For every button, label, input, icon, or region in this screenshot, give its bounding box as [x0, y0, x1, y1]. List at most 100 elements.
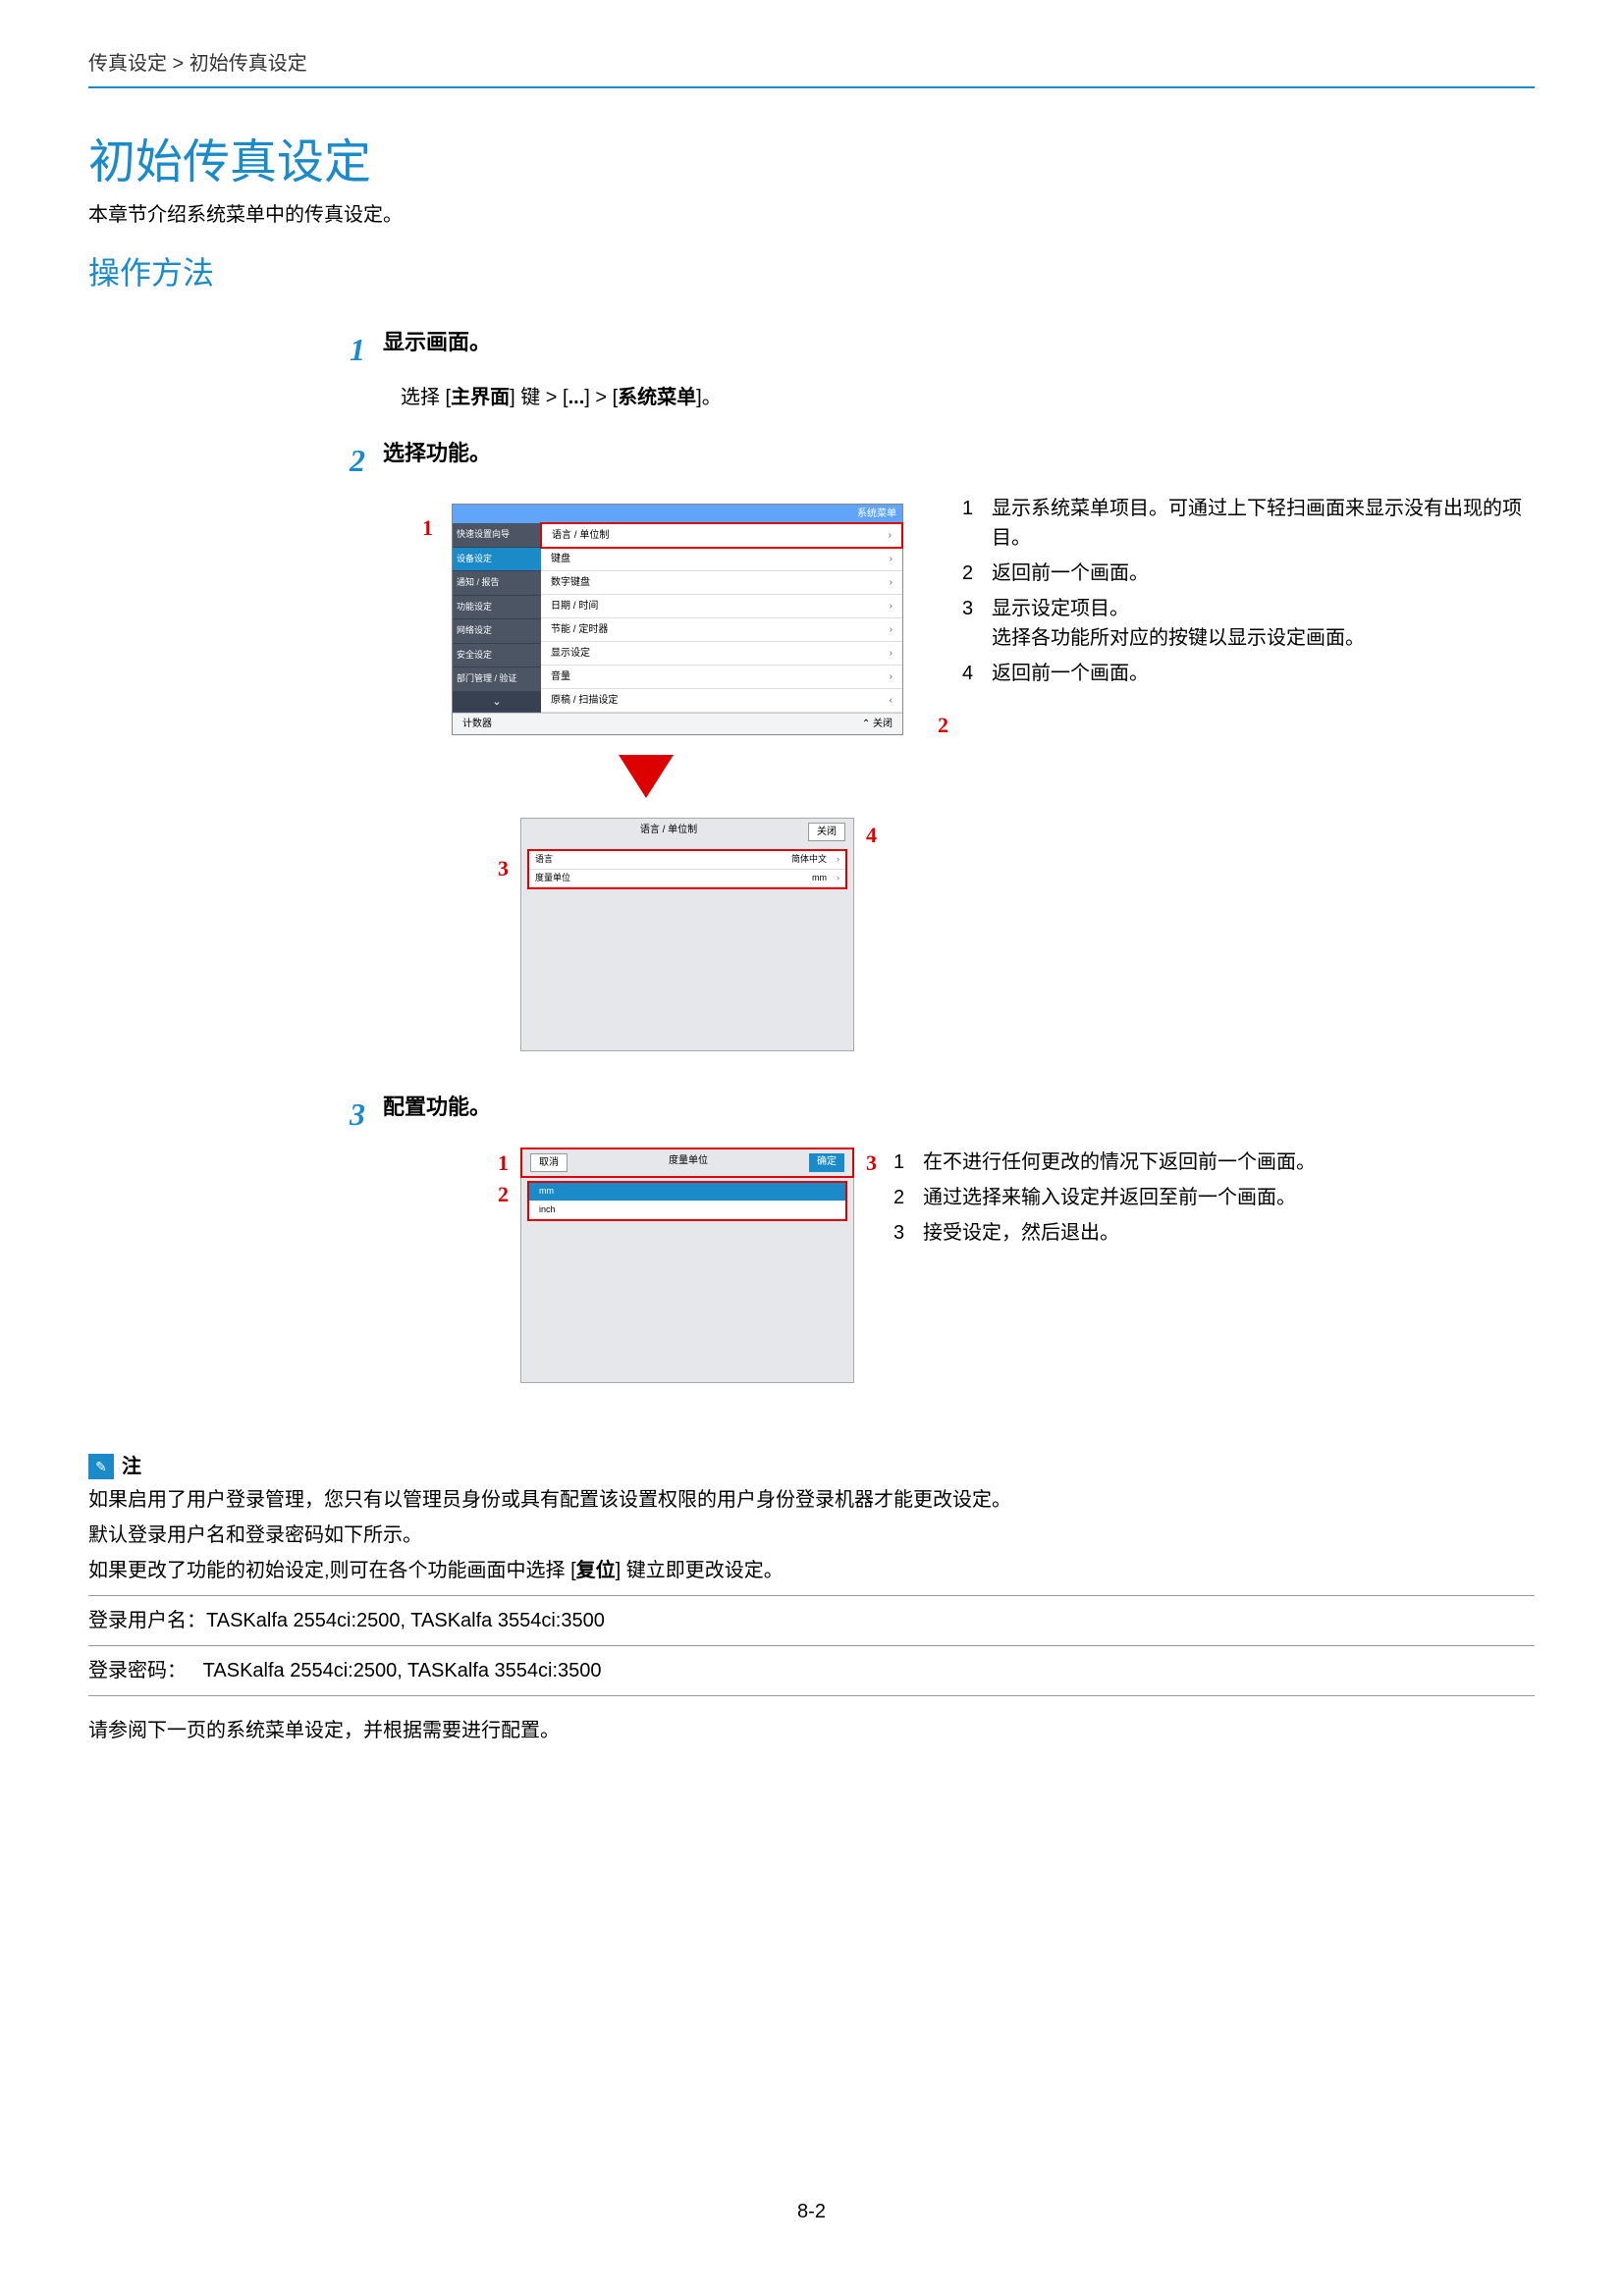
- screenshot-lang-unit: 4 3 语言 / 单位制 关闭 语言 简体中文 › 度量单位 mm ›: [520, 818, 854, 1051]
- desc-item: 2返回前一个画面。: [962, 559, 1535, 588]
- sidebar-item[interactable]: 网络设定: [453, 619, 541, 644]
- note-label: 注: [122, 1452, 141, 1481]
- step-3-content: 1 3 2 取消 度量单位 确定 mm inch 1在不进行任何更改的情况下返回…: [88, 1148, 1535, 1383]
- menu-row[interactable]: 日期 / 时间 ›: [541, 595, 902, 618]
- note-line: 如果启用了用户登录管理，您只有以管理员身份或具有配置该设置权限的用户身份登录机器…: [88, 1485, 1535, 1515]
- section-heading: 操作方法: [88, 249, 1535, 296]
- note-icon: ✎: [88, 1454, 114, 1479]
- menu-row[interactable]: 节能 / 定时器›: [541, 618, 902, 642]
- setting-row-unit[interactable]: 度量单位 mm ›: [529, 870, 845, 888]
- desc-text: 显示系统菜单项目。可通过上下轻扫画面来显示没有出现的项目。: [992, 494, 1535, 553]
- chevron-right-icon: ›: [890, 552, 893, 566]
- desc-num: 3: [893, 1218, 923, 1248]
- screenshot-bottom-bar: 计数器 ⌃ 关闭: [453, 713, 902, 734]
- sidebar-item[interactable]: 部门管理 / 验证: [453, 667, 541, 692]
- menu-row[interactable]: 数字键盘›: [541, 571, 902, 595]
- desc-num: 2: [893, 1183, 923, 1212]
- chevron-right-icon: ›: [890, 599, 893, 614]
- menu-row-label: 键盘: [551, 552, 570, 566]
- login-password-row: 登录密码： TASKalfa 2554ci:2500, TASKalfa 355…: [88, 1656, 1535, 1685]
- menu-row-label: 显示设定: [551, 646, 590, 661]
- breadcrumb: 传真设定 > 初始传真设定: [88, 49, 1535, 79]
- desc-num: 1: [962, 494, 992, 553]
- reset-key: 复位: [576, 1560, 616, 1581]
- menu-row[interactable]: 显示设定›: [541, 642, 902, 666]
- sidebar-item[interactable]: 安全设定: [453, 644, 541, 668]
- menu-row-label: 原稿 / 扫描设定: [551, 693, 618, 708]
- step-number-2: 2: [314, 437, 383, 484]
- desc-text: 显示设定项目。 选择各功能所对应的按键以显示设定画面。: [992, 594, 1535, 653]
- desc-text: 在不进行任何更改的情况下返回前一个画面。: [923, 1148, 1535, 1177]
- chevron-right-icon: ›: [890, 575, 893, 590]
- desc-num: 1: [893, 1148, 923, 1177]
- dots-key: ...: [568, 387, 585, 408]
- counter-button[interactable]: 计数器: [462, 717, 492, 731]
- desc-text: 返回前一个画面。: [992, 659, 1535, 688]
- callout-2: 2: [938, 709, 948, 741]
- sidebar-item[interactable]: 功能设定: [453, 596, 541, 620]
- note-line: 默认登录用户名和登录密码如下所示。: [88, 1521, 1535, 1550]
- chevron-down-icon[interactable]: ⌄: [453, 692, 541, 713]
- step-1-body: 选择 [主界面] 键 > [...] > [系统菜单]。: [401, 383, 1535, 412]
- close-label: 关闭: [873, 719, 893, 729]
- ok-button[interactable]: 确定: [809, 1153, 844, 1172]
- note-section: ✎ 注 如果启用了用户登录管理，您只有以管理员身份或具有配置该设置权限的用户身份…: [88, 1452, 1535, 1696]
- screenshot-header: 语言 / 单位制 关闭: [521, 819, 853, 845]
- home-key: 主界面: [451, 387, 510, 408]
- menu-row[interactable]: 原稿 / 扫描设定‹: [541, 689, 902, 713]
- sidebar-item[interactable]: 快速设置向导: [453, 523, 541, 548]
- desc-item: 3显示设定项目。 选择各功能所对应的按键以显示设定画面。: [962, 594, 1535, 653]
- desc-text: 接受设定，然后退出。: [923, 1218, 1535, 1248]
- close-button[interactable]: 关闭: [808, 823, 845, 841]
- sidebar-item[interactable]: 设备设定: [453, 548, 541, 572]
- step-2: 2 选择功能。: [88, 437, 1535, 484]
- final-text: 请参阅下一页的系统菜单设定，并根据需要进行配置。: [88, 1716, 1535, 1745]
- callout-1: 1: [422, 511, 433, 544]
- option-list: mm inch: [527, 1181, 847, 1221]
- step-3-descriptions: 1在不进行任何更改的情况下返回前一个画面。 2通过选择来输入设定并返回至前一个画…: [893, 1148, 1535, 1254]
- option-inch[interactable]: inch: [529, 1201, 845, 1220]
- setting-row-language[interactable]: 语言 简体中文 ›: [529, 851, 845, 870]
- login-user-label: 登录用户名：: [88, 1610, 206, 1631]
- down-arrow-icon: [619, 755, 674, 798]
- cancel-button[interactable]: 取消: [530, 1153, 568, 1172]
- screen-title: 度量单位: [669, 1153, 708, 1172]
- top-divider: [88, 86, 1535, 88]
- text: ] > [: [584, 387, 618, 408]
- setting-list: 语言 简体中文 › 度量单位 mm ›: [527, 849, 847, 889]
- option-mm[interactable]: mm: [529, 1183, 845, 1201]
- desc-item: 2通过选择来输入设定并返回至前一个画面。: [893, 1183, 1535, 1212]
- chevron-right-icon: ›: [837, 853, 839, 867]
- step-2-descriptions: 1显示系统菜单项目。可通过上下轻扫画面来显示没有出现的项目。 2返回前一个画面。…: [962, 494, 1535, 694]
- menu-row[interactable]: 音量›: [541, 666, 902, 689]
- desc-num: 2: [962, 559, 992, 588]
- menu-row[interactable]: 语言 / 单位制›: [540, 522, 903, 549]
- menu-row-label: 语言 / 单位制: [552, 528, 609, 543]
- divider: [88, 1695, 1535, 1696]
- close-button[interactable]: ⌃ 关闭: [862, 717, 893, 731]
- page-number: 8-2: [88, 2197, 1535, 2226]
- chevron-right-icon: ›: [837, 872, 839, 885]
- sidebar-item[interactable]: 通知 / 报告: [453, 571, 541, 596]
- desc-num: 4: [962, 659, 992, 688]
- login-username-row: 登录用户名：TASKalfa 2554ci:2500, TASKalfa 355…: [88, 1606, 1535, 1635]
- desc-num: 3: [962, 594, 992, 653]
- step-2-title: 选择功能。: [383, 437, 491, 469]
- callout-3: 3: [498, 852, 509, 884]
- menu-row[interactable]: 键盘 ›: [541, 548, 902, 571]
- screenshot-topbar: 系统菜单: [453, 505, 902, 523]
- callout-4: 4: [866, 819, 877, 851]
- setting-value: 简体中文: [791, 853, 837, 867]
- setting-label: 度量单位: [535, 872, 570, 885]
- callout-1: 1: [498, 1147, 509, 1179]
- note-line: 如果更改了功能的初始设定,则可在各个功能画面中选择 [复位] 键立即更改设定。: [88, 1556, 1535, 1585]
- text: 选择 [: [401, 387, 451, 408]
- menu-row-label: 音量: [551, 669, 570, 684]
- login-pass-value: TASKalfa 2554ci:2500, TASKalfa 3554ci:35…: [203, 1660, 602, 1682]
- screenshot-header: 取消 度量单位 确定: [520, 1148, 854, 1178]
- menu-row-label: 日期 / 时间: [551, 599, 598, 614]
- text: ] 键 > [: [510, 387, 568, 408]
- desc-text: 通过选择来输入设定并返回至前一个画面。: [923, 1183, 1535, 1212]
- screenshot-system-menu: 系统菜单 快速设置向导 设备设定 通知 / 报告 功能设定 网络设定 安全设定 …: [452, 504, 903, 735]
- page-title: 初始传真设定: [88, 128, 1535, 198]
